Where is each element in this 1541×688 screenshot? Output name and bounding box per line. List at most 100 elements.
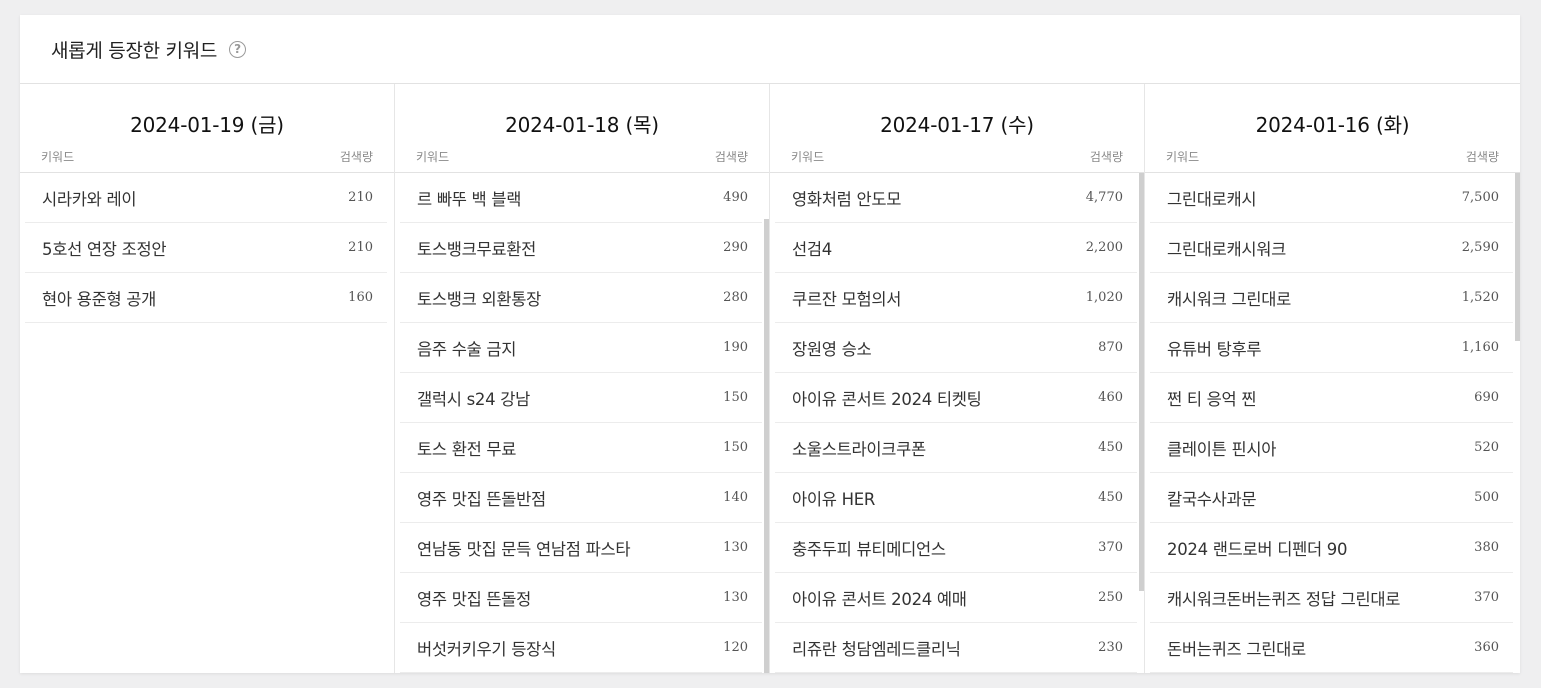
column-date: 2024-01-16 (화) xyxy=(1255,113,1410,137)
keyword-row[interactable]: 리쥬란 청담엠레드클리닉 230 xyxy=(775,623,1137,673)
new-keywords-card: 새롭게 등장한 키워드 ? 2024-01-19 (금) 키워드 검색량 시라카와 레… xyxy=(20,15,1520,673)
keyword-row[interactable]: 선검4 2,200 xyxy=(775,223,1137,273)
search-volume: 360 xyxy=(1474,640,1499,655)
question-circle-icon[interactable]: ? xyxy=(229,40,247,58)
scrollbar[interactable] xyxy=(764,219,769,673)
keyword-row[interactable]: 토스뱅크 외환통장 280 xyxy=(400,273,762,323)
keyword-row[interactable]: 토스뱅크무료환전 290 xyxy=(400,223,762,273)
date-column: 2024-01-18 (목) 키워드 검색량 르 빠뚜 백 블랙 490 토스뱅크무료환전… xyxy=(395,84,770,673)
search-volume: 160 xyxy=(348,290,373,305)
keyword-row[interactable]: 2024 랜드로버 디펜더 90 380 xyxy=(1150,523,1513,573)
keyword-list: 시라카와 레이 210 5호선 연장 조정안 210 현아 용준형 공개 160 xyxy=(20,172,394,323)
keyword-row[interactable]: 충주두피 뷰티메디언스 370 xyxy=(775,523,1137,573)
search-volume: 1,520 xyxy=(1461,290,1499,305)
keyword-text: 토스 환전 무료 xyxy=(417,439,517,459)
keyword-row[interactable]: 그린대로캐시 7,500 xyxy=(1150,173,1513,223)
keyword-row[interactable]: 영주 맛집 뜬돌반점 140 xyxy=(400,473,762,523)
keyword-text: 토스뱅크무료환전 xyxy=(417,239,537,259)
column-date: 2024-01-19 (금) xyxy=(130,113,284,137)
keyword-row[interactable]: 클레이튼 핀시아 520 xyxy=(1150,423,1513,473)
search-volume: 210 xyxy=(348,190,373,205)
keyword-row[interactable]: 아이유 콘서트 2024 예매 250 xyxy=(775,573,1137,623)
search-volume: 500 xyxy=(1474,490,1499,505)
keyword-list: 그린대로캐시 7,500 그린대로캐시워크 2,590 캐시워크 그린대로 1,520 유튜… xyxy=(1145,172,1520,673)
keyword-text: 선검4 xyxy=(792,239,832,259)
keyword-text: 소울스트라이크쿠폰 xyxy=(792,439,926,459)
scrollbar[interactable] xyxy=(1515,173,1520,341)
search-volume: 490 xyxy=(723,190,748,205)
search-volume: 1,020 xyxy=(1085,290,1123,305)
keyword-row[interactable]: 현아 용준형 공개 160 xyxy=(25,273,387,323)
scrollbar[interactable] xyxy=(1139,173,1144,591)
search-volume: 150 xyxy=(723,440,748,455)
keyword-text: 르 빠뚜 백 블랙 xyxy=(417,189,522,209)
keyword-row[interactable]: 소울스트라이크쿠폰 450 xyxy=(775,423,1137,473)
keyword-row[interactable]: 영주 맛집 뜬돌정 130 xyxy=(400,573,762,623)
keyword-row[interactable]: 토스 환전 무료 150 xyxy=(400,423,762,473)
keyword-text: 쿠르잔 모험의서 xyxy=(792,289,902,309)
search-volume: 380 xyxy=(1474,540,1499,555)
keyword-list: 영화처럼 안도모 4,770 선검4 2,200 쿠르잔 모험의서 1,020 장원영 승소… xyxy=(770,172,1144,673)
date-columns: 2024-01-19 (금) 키워드 검색량 시라카와 레이 210 5호선 연장 조정안… xyxy=(20,84,1520,673)
date-column: 2024-01-16 (화) 키워드 검색량그린대로캐시 7,500 그린대로캐시워크 2… xyxy=(1145,84,1520,673)
keyword-row[interactable]: 그린대로캐시워크 2,590 xyxy=(1150,223,1513,273)
keyword-text: 칼국수사과문 xyxy=(1167,489,1257,509)
search-volume: 140 xyxy=(723,490,748,505)
keyword-text: 유튜버 탕후루 xyxy=(1167,339,1262,359)
keyword-row[interactable]: 버섯커키우기 등장식 120 xyxy=(400,623,762,673)
search-volume: 870 xyxy=(1098,340,1123,355)
search-volume: 370 xyxy=(1098,540,1123,555)
search-volume: 2,590 xyxy=(1461,240,1499,255)
date-column: 2024-01-19 (금) 키워드 검색량시라카와 레이 210 5호선 연장 조정안… xyxy=(20,84,395,673)
keyword-text: 그린대로캐시워크 xyxy=(1167,239,1287,259)
keyword-row[interactable]: 아이유 HER 450 xyxy=(775,473,1137,523)
search-volume: 130 xyxy=(723,540,748,555)
keyword-text: 돈버는퀴즈 그린대로 xyxy=(1167,639,1306,659)
keyword-header: 키워드 xyxy=(416,150,450,164)
search-volume: 370 xyxy=(1474,590,1499,605)
keyword-text: 영화처럼 안도모 xyxy=(792,189,902,209)
column-date: 2024-01-17 (수) xyxy=(880,113,1034,137)
keyword-row[interactable]: 쩐 티 응억 찐 690 xyxy=(1150,373,1513,423)
keyword-row[interactable]: 아이유 콘서트 2024 티켓팅 460 xyxy=(775,373,1137,423)
keyword-row[interactable]: 캐시워크돈버는퀴즈 정답 그린대로 370 xyxy=(1150,573,1513,623)
search-volume: 2,200 xyxy=(1085,240,1123,255)
keyword-text: 토스뱅크 외환통장 xyxy=(417,289,541,309)
keyword-text: 리쥬란 청담엠레드클리닉 xyxy=(792,639,961,659)
keyword-list: 르 빠뚜 백 블랙 490 토스뱅크무료환전 290 토스뱅크 외환통장 280 음주 수술… xyxy=(395,172,769,673)
keyword-row[interactable]: 장원영 승소 870 xyxy=(775,323,1137,373)
keyword-text: 충주두피 뷰티메디언스 xyxy=(792,539,946,559)
search-volume: 230 xyxy=(1098,640,1123,655)
volume-header: 검색량 xyxy=(339,150,373,164)
keyword-row[interactable]: 유튜버 탕후루 1,160 xyxy=(1150,323,1513,373)
keyword-row[interactable]: 음주 수술 금지 190 xyxy=(400,323,762,373)
search-volume: 520 xyxy=(1474,440,1499,455)
keyword-row[interactable]: 연남동 맛집 문득 연남점 파스타 130 xyxy=(400,523,762,573)
keyword-text: 아이유 HER xyxy=(792,489,875,509)
keyword-row[interactable]: 칼국수사과문 500 xyxy=(1150,473,1513,523)
volume-header: 검색량 xyxy=(1089,150,1123,164)
keyword-text: 연남동 맛집 문득 연남점 파스타 xyxy=(417,539,631,559)
search-volume: 7,500 xyxy=(1461,190,1499,205)
keyword-text: 갤럭시 s24 강남 xyxy=(417,389,530,409)
keyword-row[interactable]: 르 빠뚜 백 블랙 490 xyxy=(400,173,762,223)
keyword-row[interactable]: 영화처럼 안도모 4,770 xyxy=(775,173,1137,223)
keyword-text: 그린대로캐시 xyxy=(1167,189,1257,209)
search-volume: 120 xyxy=(723,640,748,655)
keyword-row[interactable]: 갤럭시 s24 강남 150 xyxy=(400,373,762,423)
keyword-text: 음주 수술 금지 xyxy=(417,339,517,359)
keyword-row[interactable]: 시라카와 레이 210 xyxy=(25,173,387,223)
search-volume: 4,770 xyxy=(1085,190,1123,205)
keyword-text: 영주 맛집 뜬돌정 xyxy=(417,589,532,609)
card-header: 새롭게 등장한 키워드 ? xyxy=(20,15,1520,84)
keyword-row[interactable]: 돈버는퀴즈 그린대로 360 xyxy=(1150,623,1513,673)
column-header: 키워드 검색량 xyxy=(1145,144,1520,168)
keyword-text: 2024 랜드로버 디펜더 90 xyxy=(1167,539,1348,559)
keyword-row[interactable]: 캐시워크 그린대로 1,520 xyxy=(1150,273,1513,323)
search-volume: 690 xyxy=(1474,390,1499,405)
keyword-row[interactable]: 쿠르잔 모험의서 1,020 xyxy=(775,273,1137,323)
keyword-header: 키워드 xyxy=(41,150,75,164)
keyword-text: 5호선 연장 조정안 xyxy=(42,239,167,259)
keyword-row[interactable]: 5호선 연장 조정안 210 xyxy=(25,223,387,273)
keyword-text: 시라카와 레이 xyxy=(42,189,137,209)
